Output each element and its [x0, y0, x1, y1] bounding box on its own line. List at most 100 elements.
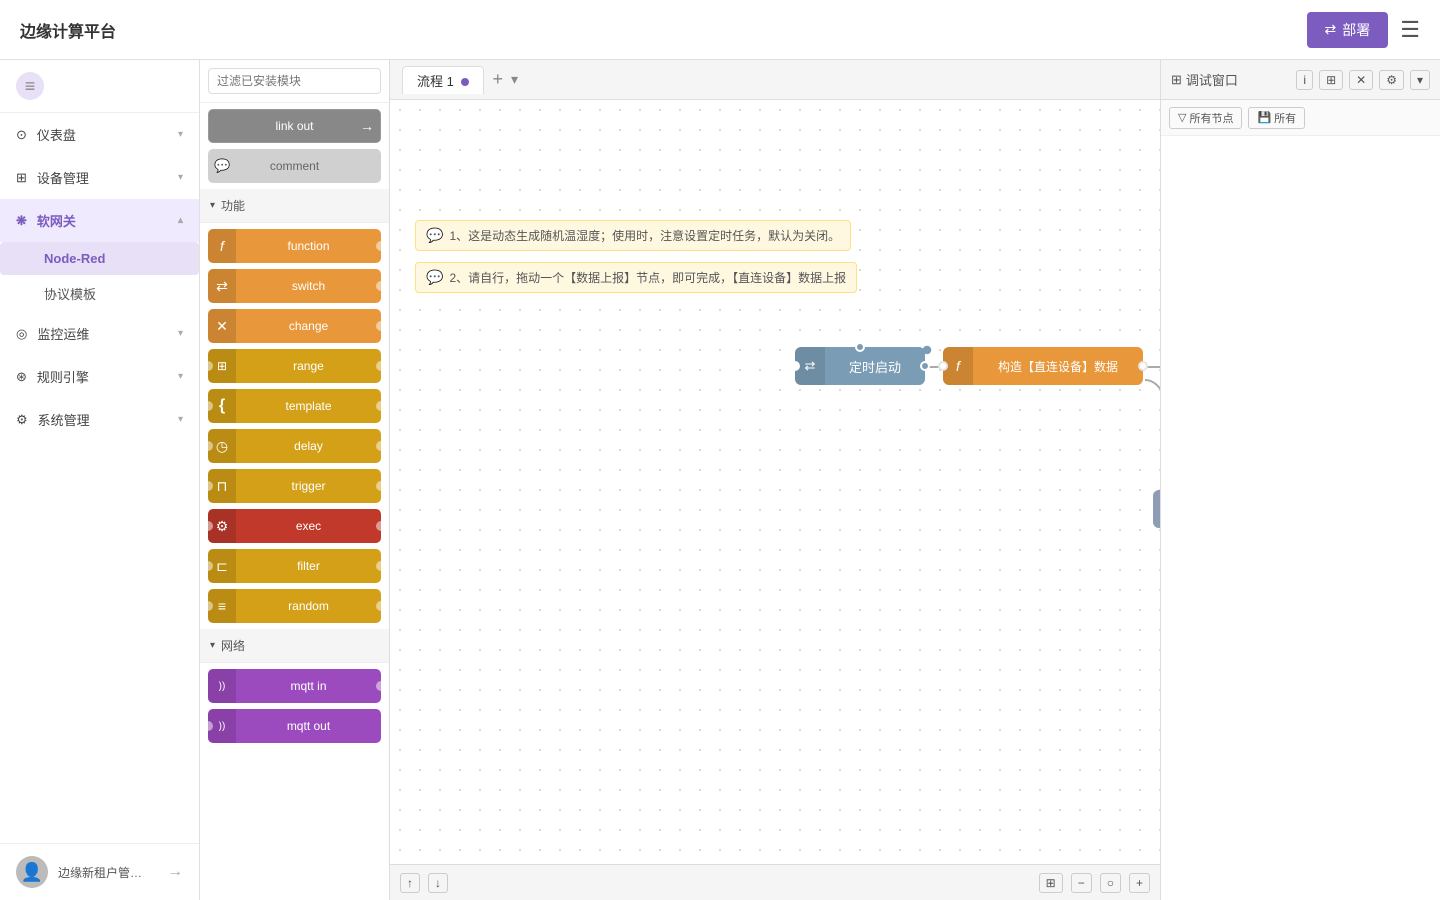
debug-panel-title: ⊞ 调试窗口 [1171, 70, 1238, 89]
palette-network-nodes: )) mqtt in )) mqtt out [200, 663, 389, 749]
main-layout: ≡ ⊙ 仪表盘 ▾ ⊞ 设备管理 ▾ ❋ 软网关 ▴ Node-Red [0, 60, 1440, 900]
canvas-area: 流程 1 + ▾ 💬 1、这是动态生 [390, 60, 1160, 900]
mqtt-in-icon: )) [208, 669, 236, 703]
timer-port-top [855, 342, 865, 352]
node-port-left [203, 521, 213, 531]
canvas-connections [390, 100, 1160, 864]
chevron-up-icon: ▴ [178, 215, 183, 226]
hamburger-icon[interactable]: ≡ [16, 72, 44, 100]
topbar: 边缘计算平台 ⇄ 部署 ☰ [0, 0, 1440, 60]
filter-icon: ▽ [1178, 111, 1186, 124]
node-range[interactable]: ⊞ range [208, 349, 381, 383]
zoom-fit-button[interactable]: ○ [1100, 873, 1121, 893]
monitor-icon: ◎ [16, 326, 27, 342]
sidebar-item-system[interactable]: ⚙ 系统管理 ▾ [0, 398, 199, 441]
node-port-right [376, 321, 386, 331]
sidebar-item-dashboard[interactable]: ⊙ 仪表盘 ▾ [0, 113, 199, 156]
node-port-right [376, 361, 386, 371]
comment2-icon: 💬 [426, 269, 443, 286]
deploy-icon: ⇄ [1325, 21, 1337, 38]
node-switch[interactable]: ⇄ switch [208, 269, 381, 303]
node-mqtt-in[interactable]: )) mqtt in [208, 669, 381, 703]
construct-port-left [938, 361, 948, 371]
canvas-node-timer[interactable]: ⇄ 定时启动 [795, 347, 925, 385]
node-template[interactable]: { template [208, 389, 381, 423]
node-port-left [203, 481, 213, 491]
debug-settings-button[interactable]: ⚙ [1379, 70, 1404, 90]
node-exec[interactable]: ⚙ exec [208, 509, 381, 543]
debug-copy-button[interactable]: ⊞ [1319, 70, 1343, 90]
node-port-right [376, 241, 386, 251]
grid-toggle-button[interactable]: ⊞ [1039, 873, 1063, 893]
zoom-in-button[interactable]: + [1129, 873, 1150, 893]
node-filter[interactable]: ⊏ filter [208, 549, 381, 583]
change-icon: ✕ [208, 309, 236, 343]
node-port-left [203, 441, 213, 451]
palette-search-input[interactable] [208, 68, 381, 94]
sidebar-item-device-management[interactable]: ⊞ 设备管理 ▾ [0, 156, 199, 199]
construct-port-right [1138, 361, 1148, 371]
save-icon: 💾 [1257, 111, 1271, 124]
canvas-node-construct[interactable]: f 构造【直连设备】数据 [943, 347, 1143, 385]
debug-clear-button[interactable]: ✕ [1349, 70, 1373, 90]
node-change[interactable]: ✕ change [208, 309, 381, 343]
node-delay[interactable]: ◷ delay [208, 429, 381, 463]
menu-button[interactable]: ☰ [1400, 17, 1420, 43]
sidebar-header: ≡ [0, 60, 199, 113]
palette-section-functional[interactable]: ▾ 功能 [200, 189, 389, 223]
node-function[interactable]: f function [208, 229, 381, 263]
node-port-right [376, 441, 386, 451]
rules-icon: ⊛ [16, 369, 27, 385]
comment-icon: 💬 [214, 158, 230, 174]
add-flow-button[interactable]: + [492, 69, 503, 90]
sidebar-item-soft-gateway[interactable]: ❋ 软网关 ▴ [0, 199, 199, 242]
node-port-right [376, 521, 386, 531]
node-port-right [376, 281, 386, 291]
zoom-out-button[interactable]: − [1071, 873, 1092, 893]
canvas-body[interactable]: 💬 1、这是动态生成随机温湿度；使用时，注意设置定时任务，默认为关闭。 💬 2、… [390, 100, 1160, 864]
node-trigger[interactable]: ⊓ trigger [208, 469, 381, 503]
node-port-left [203, 601, 213, 611]
canvas-toolbar: 流程 1 + ▾ [390, 60, 1160, 100]
sidebar: ≡ ⊙ 仪表盘 ▾ ⊞ 设备管理 ▾ ❋ 软网关 ▴ Node-Red [0, 60, 200, 900]
sidebar-item-rules[interactable]: ⊛ 规则引擎 ▾ [0, 355, 199, 398]
canvas-footer: ↑ ↓ ⊞ − ○ + [390, 864, 1160, 900]
palette-section-network[interactable]: ▾ 网络 [200, 629, 389, 663]
section-arrow-network-icon: ▾ [210, 640, 215, 651]
canvas-tab-flow1[interactable]: 流程 1 [402, 66, 484, 94]
chevron-down-icon: ▾ [178, 328, 183, 339]
dashboard-icon: ⊙ [16, 127, 27, 143]
sidebar-sub-item-protocol-template[interactable]: 协议模板 [0, 275, 199, 312]
device-icon: ⊞ [16, 170, 27, 186]
timer-port-left [790, 361, 800, 371]
sidebar-sub-item-node-red[interactable]: Node-Red [0, 242, 199, 275]
chevron-down-icon: ▾ [178, 414, 183, 425]
node-palette: link out → 💬 comment ▾ 功能 f function ⇄ [200, 60, 390, 900]
debug-filter-nodes-button[interactable]: ▽ 所有节点 [1169, 107, 1242, 129]
scroll-up-button[interactable]: ↑ [400, 873, 420, 893]
canvas-node-test[interactable]: 测试 ▤ [1153, 490, 1160, 528]
node-mqtt-out[interactable]: )) mqtt out [208, 709, 381, 743]
node-link-out[interactable]: link out → [208, 109, 381, 143]
debug-more-button[interactable]: ▾ [1410, 70, 1430, 90]
sidebar-item-monitor[interactable]: ◎ 监控运维 ▾ [0, 312, 199, 355]
link-out-area: link out → [200, 103, 389, 149]
flow-options-button[interactable]: ▾ [511, 71, 518, 88]
scroll-down-button[interactable]: ↓ [428, 873, 448, 893]
node-port-left [203, 721, 213, 731]
palette-functional-nodes: f function ⇄ switch ✕ change ⊞ range [200, 223, 389, 629]
debug-filter-all-button[interactable]: 💾 所有 [1248, 107, 1305, 129]
debug-content-area [1161, 136, 1440, 900]
node-comment[interactable]: 💬 comment [208, 149, 381, 183]
node-port-right [376, 681, 386, 691]
section-arrow-icon: ▾ [210, 200, 215, 211]
logout-icon[interactable]: → [167, 863, 183, 881]
node-port-right [376, 401, 386, 411]
debug-info-button[interactable]: i [1296, 70, 1313, 90]
deploy-button[interactable]: ⇄ 部署 [1307, 12, 1389, 48]
system-icon: ⚙ [16, 412, 28, 428]
debug-panel: ⊞ 调试窗口 i ⊞ ✕ ⚙ ▾ ▽ 所有节点 💾 所有 [1160, 60, 1440, 900]
sidebar-user-footer[interactable]: 👤 边缘新租户管… → [0, 843, 199, 900]
node-port-left [203, 361, 213, 371]
node-random[interactable]: ≡ random [208, 589, 381, 623]
